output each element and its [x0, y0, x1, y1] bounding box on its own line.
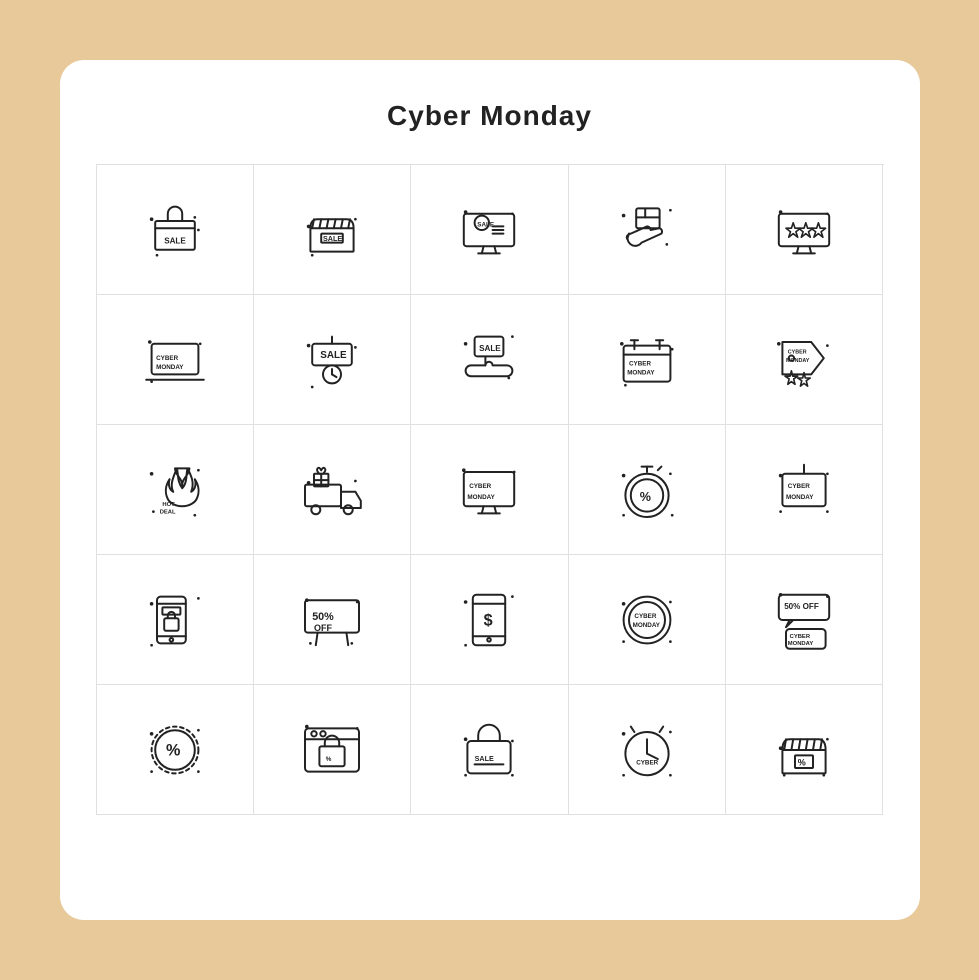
- icon-50-off-speech: 50% OFF CYBER MONDAY: [726, 555, 883, 685]
- svg-text:CYBER: CYBER: [788, 483, 810, 490]
- svg-text:CYBER: CYBER: [634, 613, 656, 620]
- svg-text:%: %: [640, 489, 651, 503]
- svg-text:CYBER: CYBER: [788, 349, 807, 355]
- icon-rating-monitor: [726, 165, 883, 295]
- svg-text:50% OFF: 50% OFF: [784, 602, 819, 611]
- icon-browser-shopping: %: [254, 685, 411, 815]
- svg-text:%: %: [798, 757, 806, 767]
- icon-cyber-monday-screen: CYBER MONDAY: [411, 425, 568, 555]
- svg-text:CYBER: CYBER: [636, 759, 658, 766]
- svg-text:CYBER: CYBER: [629, 360, 651, 367]
- icon-sale-hand: SALE: [411, 295, 568, 425]
- svg-text:MONDAY: MONDAY: [788, 641, 814, 647]
- icon-cyber-clock: CYBER: [569, 685, 726, 815]
- icon-sale-sign-clock: SALE: [254, 295, 411, 425]
- svg-text:DEAL: DEAL: [159, 509, 175, 515]
- icon-delivery-hand: [569, 165, 726, 295]
- svg-text:MONDAY: MONDAY: [156, 364, 184, 371]
- svg-text:SALE: SALE: [478, 221, 495, 228]
- icon-hot-deal: HOT DEAL: [97, 425, 254, 555]
- svg-text:SALE: SALE: [475, 753, 494, 762]
- svg-text:SALE: SALE: [480, 344, 502, 353]
- svg-text:%: %: [326, 755, 332, 762]
- page-title: Cyber Monday: [96, 100, 884, 132]
- icon-50-off-sign: 50% OFF: [254, 555, 411, 685]
- icon-cyber-monday-calendar: CYBER MONDAY: [569, 295, 726, 425]
- svg-text:MONDAY: MONDAY: [786, 494, 814, 501]
- main-card: Cyber Monday SALE: [60, 60, 920, 920]
- icon-timer-percent: %: [569, 425, 726, 555]
- icon-grid: SALE SALE: [96, 164, 884, 815]
- svg-text:%: %: [166, 741, 180, 759]
- svg-text:CYBER: CYBER: [790, 634, 811, 640]
- icon-cyber-monday-laptop: CYBER MONDAY: [97, 295, 254, 425]
- svg-text:MONDAY: MONDAY: [786, 357, 810, 363]
- svg-text:MONDAY: MONDAY: [468, 494, 496, 501]
- icon-mobile-shop-bag: [97, 555, 254, 685]
- icon-cyber-monday-hanging-tag: CYBER MONDAY: [726, 425, 883, 555]
- svg-text:CYBER: CYBER: [470, 483, 492, 490]
- svg-text:HOT: HOT: [162, 502, 175, 508]
- icon-sale-monitor: SALE: [411, 165, 568, 295]
- svg-text:MONDAY: MONDAY: [627, 369, 655, 376]
- icon-delivery-truck: [254, 425, 411, 555]
- icon-store-percent: %: [726, 685, 883, 815]
- svg-text:SALE: SALE: [164, 236, 186, 245]
- svg-text:MONDAY: MONDAY: [632, 622, 660, 629]
- svg-text:$: $: [484, 611, 493, 629]
- svg-text:SALE: SALE: [323, 233, 342, 242]
- icon-mobile-dollar: $: [411, 555, 568, 685]
- svg-text:SALE: SALE: [320, 350, 347, 361]
- svg-text:CYBER: CYBER: [156, 355, 178, 362]
- icon-cyber-monday-circle: CYBER MONDAY: [569, 555, 726, 685]
- icon-sale-store: SALE: [254, 165, 411, 295]
- svg-text:50%: 50%: [312, 611, 334, 623]
- icon-sale-bag: SALE: [411, 685, 568, 815]
- icon-cyber-monday-tag-stars: CYBER MONDAY: [726, 295, 883, 425]
- icon-sale-box: SALE: [97, 165, 254, 295]
- icon-percent-badge: %: [97, 685, 254, 815]
- svg-text:OFF: OFF: [314, 622, 332, 632]
